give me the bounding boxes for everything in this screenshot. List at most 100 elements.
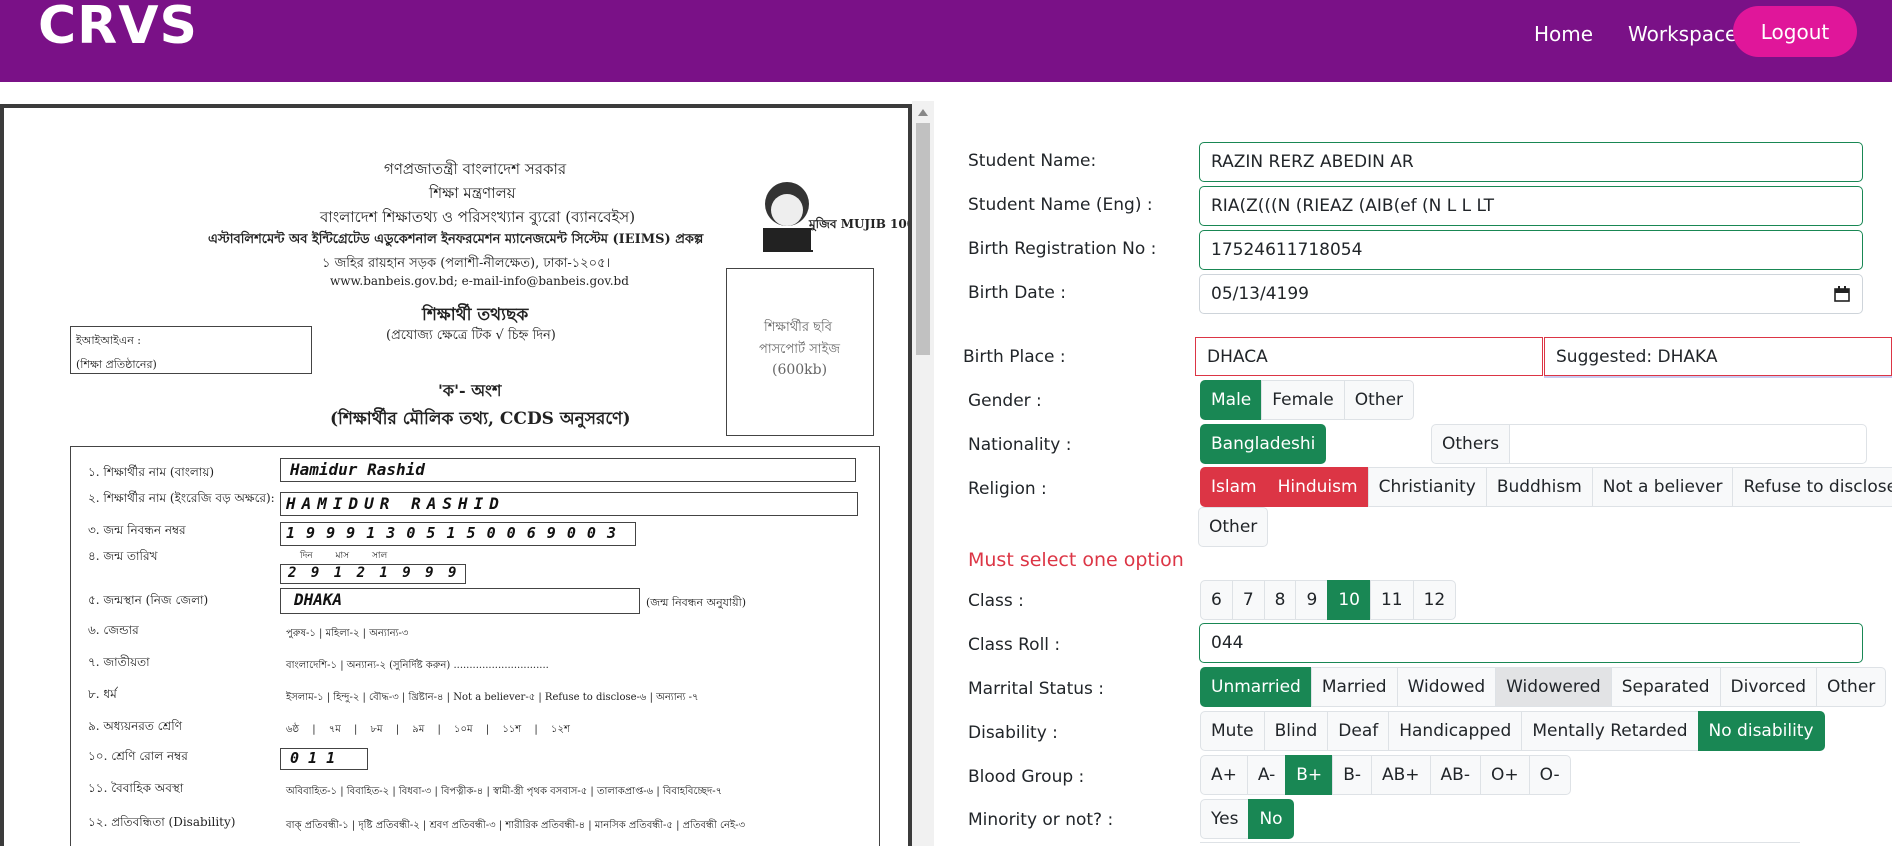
disability-blind-button[interactable]: Blind: [1263, 711, 1329, 751]
minority-group: Yes No: [1200, 799, 1294, 839]
marital-widowered-button[interactable]: Widowered: [1495, 667, 1612, 707]
religion-hinduism-button[interactable]: Hinduism: [1266, 467, 1369, 507]
disability-deaf-button[interactable]: Deaf: [1327, 711, 1390, 751]
class-label: Class :: [968, 591, 1024, 611]
disability-none-button[interactable]: No disability: [1697, 711, 1825, 751]
marital-widowed-button[interactable]: Widowed: [1396, 667, 1497, 707]
birth-reg-input[interactable]: 17524611718054: [1199, 230, 1863, 270]
hw-roll: 0 1 1: [290, 749, 336, 767]
student-name-eng-label: Student Name (Eng) :: [968, 195, 1153, 215]
nav-workspaces[interactable]: Workspaces: [1628, 22, 1748, 46]
nationality-bangladeshi-button[interactable]: Bangladeshi: [1200, 424, 1327, 464]
class-9-button[interactable]: 9: [1295, 580, 1329, 620]
nationality-others-input[interactable]: [1509, 424, 1868, 464]
class-6-button[interactable]: 6: [1200, 580, 1233, 620]
doc-web: www.banbeis.gov.bd; e-mail-info@banbeis.…: [330, 274, 629, 288]
disability-mentally-retarded-button[interactable]: Mentally Retarded: [1521, 711, 1699, 751]
gender-other-button[interactable]: Other: [1343, 380, 1415, 420]
scroll-up-icon[interactable]: [918, 109, 928, 116]
student-name-eng-input[interactable]: RIA(Z(((N (RIEAZ (AIB(ef (N L L LT: [1199, 186, 1863, 226]
class-8-button[interactable]: 8: [1263, 580, 1297, 620]
gender-options: পুরুষ-১ | মহিলা-২ | অন্যান্য-৩: [286, 628, 409, 639]
row-label: ৪. জন্ম তারিখ: [88, 549, 158, 563]
birth-date-label: Birth Date :: [968, 283, 1066, 303]
hw-birth-reg: 1 9 9 9 1 3 0 5 1 5 0 0 6 9 0 0 3: [286, 524, 618, 542]
student-name-label: Student Name:: [968, 151, 1097, 171]
blood-b-neg-button[interactable]: B-: [1332, 755, 1372, 795]
birth-place-suggested[interactable]: Suggested: DHAKA: [1544, 337, 1892, 376]
religion-other-button[interactable]: Other: [1198, 507, 1269, 547]
eiin-label: ইআইআইএন :: [76, 334, 141, 347]
hw-name-bn: Hamidur Rashid: [290, 460, 425, 479]
class-options: ৬ষ্ঠ | ৭ম | ৮ম | ৯ম | ১০ম | ১১শ | ১২শ: [286, 724, 570, 735]
religion-islam-button[interactable]: Islam: [1200, 467, 1268, 507]
gender-male-button[interactable]: Male: [1200, 380, 1263, 420]
calendar-icon[interactable]: [1834, 286, 1850, 302]
birth-date-input[interactable]: 05/13/4199: [1199, 274, 1863, 314]
document-scrollbar[interactable]: [912, 101, 934, 846]
disability-label: Disability :: [968, 723, 1058, 743]
minority-no-button[interactable]: No: [1248, 799, 1294, 839]
blood-a-neg-button[interactable]: A-: [1246, 755, 1287, 795]
doc-section: 'ক'- অংশ: [438, 381, 502, 400]
scrollbar-thumb[interactable]: [916, 123, 930, 355]
photo-label-2: পাসপোর্ট সাইজ: [759, 342, 840, 357]
religion-error-message: Must select one option: [968, 549, 1184, 571]
mujib-logo-text: মুজিব MUJIB 100: [809, 217, 912, 231]
marital-married-button[interactable]: Married: [1310, 667, 1398, 707]
row-label: ১১. বৈবাহিক অবস্থা: [88, 781, 184, 795]
disability-handicapped-button[interactable]: Handicapped: [1388, 711, 1523, 751]
class-11-button[interactable]: 11: [1369, 580, 1414, 620]
top-navbar: CRVS Home Workspaces Logout: [0, 0, 1892, 82]
birth-date-value: 05/13/4199: [1211, 284, 1309, 304]
religion-refuse-button[interactable]: Refuse to disclose: [1732, 467, 1892, 507]
marital-divorced-button[interactable]: Divorced: [1719, 667, 1817, 707]
marital-separated-button[interactable]: Separated: [1610, 667, 1721, 707]
class-12-button[interactable]: 12: [1412, 580, 1457, 620]
brand-logo[interactable]: CRVS: [38, 0, 198, 56]
minority-label: Minority or not? :: [968, 810, 1114, 830]
religion-not-believer-button[interactable]: Not a believer: [1591, 467, 1734, 507]
religion-christianity-button[interactable]: Christianity: [1367, 467, 1487, 507]
religion-buddhism-button[interactable]: Buddhism: [1485, 467, 1593, 507]
marital-unmarried-button[interactable]: Unmarried: [1200, 667, 1312, 707]
row-label: ৩. জন্ম নিবন্ধন নম্বর: [88, 523, 186, 537]
disability-mute-button[interactable]: Mute: [1200, 711, 1265, 751]
class-7-button[interactable]: 7: [1231, 580, 1265, 620]
logout-button[interactable]: Logout: [1733, 6, 1857, 57]
birth-reg-label: Birth Registration No :: [968, 239, 1157, 259]
disability-options: বাক্ প্রতিবন্ধী-১ | দৃষ্টি প্রতিবন্ধী-২ …: [286, 820, 746, 831]
marital-group: Unmarried Married Widowed Widowered Sepa…: [1200, 667, 1887, 707]
birth-place-input[interactable]: DHACA: [1195, 337, 1543, 376]
religion-options: ইসলাম-১ | হিন্দু-২ | বৌদ্ধ-৩ | খ্রিষ্টান…: [286, 692, 699, 703]
dob-heads: দিন মাস সাল: [300, 551, 388, 561]
minority-yes-button[interactable]: Yes: [1200, 799, 1250, 839]
marital-other-button[interactable]: Other: [1816, 667, 1887, 707]
blood-b-pos-button[interactable]: B+: [1285, 755, 1334, 795]
student-name-input[interactable]: RAZIN RERZ ABEDIN AR: [1199, 142, 1863, 182]
class-roll-input[interactable]: 044: [1199, 623, 1863, 663]
blood-o-neg-button[interactable]: O-: [1528, 755, 1571, 795]
blood-o-pos-button[interactable]: O+: [1479, 755, 1530, 795]
photo-label-3: (600kb): [772, 362, 828, 378]
row-label: ১০. শ্রেণি রোল নম্বর: [88, 749, 188, 763]
portrait-logo-image: [763, 182, 871, 252]
row-label: ৭. জাতীয়তা: [88, 655, 150, 669]
nationality-others-button[interactable]: Others: [1431, 424, 1511, 464]
row-label: ১২. প্রতিবন্ধিতা (Disability): [88, 815, 236, 829]
nav-home[interactable]: Home: [1534, 22, 1593, 46]
class-10-button[interactable]: 10: [1327, 580, 1371, 620]
gender-female-button[interactable]: Female: [1261, 380, 1345, 420]
blood-ab-neg-button[interactable]: AB-: [1429, 755, 1481, 795]
row-label: ৫. জন্মস্থান (নিজ জেলা): [88, 593, 209, 607]
gender-label: Gender :: [968, 391, 1042, 411]
disability-group: Mute Blind Deaf Handicapped Mentally Ret…: [1200, 711, 1825, 751]
row-label: ১. শিক্ষার্থীর নাম (বাংলায়): [88, 465, 215, 479]
scanned-form: গণপ্রজাতন্ত্রী বাংলাদেশ সরকার শিক্ষা মন্…: [0, 104, 912, 846]
blood-group-label: Blood Group :: [968, 767, 1085, 787]
blood-ab-pos-button[interactable]: AB+: [1370, 755, 1431, 795]
row-label: ৯. অধ্যয়নরত শ্রেণি: [88, 719, 182, 733]
hw-birthplace: DHAKA: [294, 590, 343, 609]
doc-ministry: শিক্ষা মন্ত্রণালয়: [429, 184, 516, 202]
blood-a-pos-button[interactable]: A+: [1200, 755, 1248, 795]
